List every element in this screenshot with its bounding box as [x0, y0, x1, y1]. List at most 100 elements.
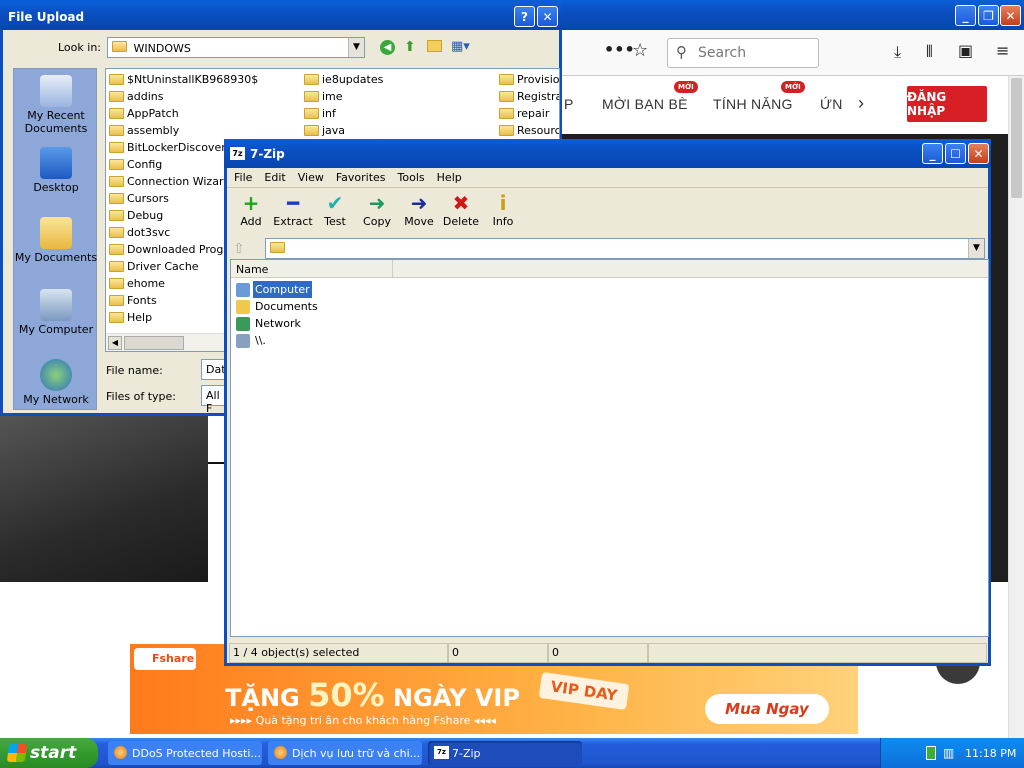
test-icon: ✔	[326, 191, 344, 215]
new-folder-icon[interactable]	[427, 40, 442, 52]
folder-item[interactable]: $NtUninstallKB968930$	[109, 71, 299, 88]
folder-item[interactable]: addins	[109, 88, 299, 105]
info-icon: i	[499, 191, 507, 215]
browser-scrollbar[interactable]	[1008, 76, 1024, 738]
toolbar-button-delete[interactable]: ✖ Delete	[440, 191, 482, 235]
task-dich-vu[interactable]: Dịch vụ lưu trữ và chi...	[268, 741, 422, 765]
folder-item[interactable]: ime	[304, 88, 494, 105]
browser-close-button[interactable]: ✕	[1000, 5, 1021, 26]
sidebar-icon[interactable]: ▣	[958, 41, 973, 60]
toolbar-button-move[interactable]: ➜ Move	[398, 191, 440, 235]
toolbar-button-add[interactable]: + Add	[230, 191, 272, 235]
nav-item-truncated[interactable]: P	[564, 96, 574, 112]
place-desktop[interactable]: Desktop	[14, 147, 98, 194]
search-placeholder: Search	[698, 45, 747, 61]
banner-headline-prefix: TẶNG	[225, 684, 300, 712]
folder-item[interactable]: Provisio	[499, 71, 559, 88]
sevenzip-maximize-button[interactable]: ☐	[945, 143, 966, 164]
sevenzip-list-item[interactable]: Computer	[236, 281, 536, 298]
menu-item[interactable]: Help	[431, 171, 468, 184]
up-folder-icon[interactable]: ⇧	[233, 241, 249, 257]
nav-item-truncated-2[interactable]: ỨN	[820, 96, 843, 112]
upload-close-button[interactable]: ✕	[537, 6, 558, 27]
place-my-computer[interactable]: My Computer	[14, 289, 98, 336]
toolbar-button-copy[interactable]: ➜ Copy	[356, 191, 398, 235]
sevenzip-close-button[interactable]: ✕	[968, 143, 989, 164]
nav-next-icon[interactable]: ›	[858, 93, 864, 114]
place-my-network[interactable]: My Network	[14, 359, 98, 406]
my-computer-icon	[40, 289, 72, 321]
folder-label: assembly	[127, 124, 180, 137]
menu-item[interactable]: Edit	[258, 171, 291, 184]
task-ddos[interactable]: DDoS Protected Hosti...	[108, 741, 262, 765]
place-label: My Recent Documents	[24, 109, 88, 135]
nav-item-invite-friends[interactable]: MỜI BẠN BÈ	[602, 96, 688, 112]
library-icon[interactable]: ⫴	[926, 42, 933, 62]
sevenzip-file-list[interactable]: Name Computer Documents Network \\.	[230, 259, 989, 637]
menu-item[interactable]: File	[228, 171, 258, 184]
item-label: Network	[255, 317, 301, 330]
menu-item[interactable]: View	[292, 171, 330, 184]
download-icon[interactable]: ⤓	[894, 42, 901, 62]
folder-icon	[499, 108, 514, 119]
sevenzip-list-item[interactable]: Documents	[236, 298, 536, 315]
menu-icon[interactable]: ≡	[996, 41, 1009, 60]
folder-item[interactable]: ie8updates	[304, 71, 494, 88]
task-7zip[interactable]: 7z 7-Zip	[428, 741, 582, 765]
folder-item[interactable]: assembly	[109, 122, 299, 139]
folder-icon	[109, 210, 124, 221]
toolbar-button-test[interactable]: ✔ Test	[314, 191, 356, 235]
page-actions-icon[interactable]: •••	[604, 40, 635, 59]
scroll-left-icon[interactable]: ◀	[108, 336, 122, 350]
nav-item-features[interactable]: TÍNH NĂNG	[713, 96, 793, 112]
menu-item[interactable]: Tools	[392, 171, 431, 184]
status-selection: 1 / 4 object(s) selected	[229, 643, 448, 663]
start-button[interactable]: start	[0, 738, 98, 768]
sevenzip-list-item[interactable]: Network	[236, 315, 536, 332]
clock[interactable]: 11:18 PM	[965, 747, 1016, 760]
place-recent[interactable]: My Recent Documents	[14, 75, 98, 135]
view-menu-icon[interactable]: ▦▾	[451, 39, 470, 54]
help-button[interactable]: ?	[514, 6, 535, 27]
bookmark-star-icon[interactable]: ☆	[632, 40, 648, 61]
banner-headline-percent: 50%	[308, 676, 385, 714]
folder-item[interactable]: java	[304, 122, 494, 139]
network-icon[interactable]: ▥	[943, 746, 954, 760]
banner-brand: Fshare	[152, 652, 195, 665]
toolbar-button-extract[interactable]: ━ Extract	[272, 191, 314, 235]
scrollbar-thumb[interactable]	[1011, 78, 1022, 198]
sevenzip-path-input[interactable]: ▼	[265, 238, 985, 259]
chevron-down-icon[interactable]: ▼	[348, 38, 364, 57]
banner-cta-button[interactable]: Mua Ngay	[705, 694, 829, 724]
folder-item[interactable]: Resourc	[499, 122, 559, 139]
back-icon[interactable]: ◀	[380, 40, 395, 55]
folder-icon	[109, 227, 124, 238]
folder-icon	[499, 74, 514, 85]
sevenzip-minimize-button[interactable]: _	[922, 143, 943, 164]
copy-icon: ➜	[368, 191, 386, 215]
search-box[interactable]: ⚲ Search	[667, 38, 819, 68]
sevenzip-list-item[interactable]: \\.	[236, 332, 536, 349]
chevron-down-icon[interactable]: ▼	[968, 239, 984, 258]
browser-minimize-button[interactable]: _	[955, 5, 976, 26]
item-label: Computer	[253, 281, 312, 298]
sevenzip-app-icon: 7z	[434, 746, 449, 759]
toolbar-button-info[interactable]: i Info	[482, 191, 524, 235]
look-in-select[interactable]: WINDOWS ▼	[107, 37, 365, 58]
folder-item[interactable]: inf	[304, 105, 494, 122]
column-header-name[interactable]: Name	[231, 260, 393, 278]
place-my-documents[interactable]: My Documents	[14, 217, 98, 264]
folder-item[interactable]: repair	[499, 105, 559, 122]
browser-restore-button[interactable]: ❐	[978, 5, 999, 26]
tray-app-icon[interactable]	[926, 746, 936, 760]
search-icon: ⚲	[676, 43, 687, 61]
up-folder-icon[interactable]: ⬆	[404, 39, 416, 55]
menu-item[interactable]: Favorites	[330, 171, 392, 184]
login-button[interactable]: ĐĂNG NHẬP	[907, 86, 987, 122]
scrollbar-thumb[interactable]	[124, 336, 184, 350]
folder-item[interactable]: AppPatch	[109, 105, 299, 122]
column-headers: Name	[231, 260, 988, 278]
upload-title: File Upload	[8, 10, 85, 24]
folder-item[interactable]: Registra	[499, 88, 559, 105]
place-label: My Network	[23, 393, 89, 406]
